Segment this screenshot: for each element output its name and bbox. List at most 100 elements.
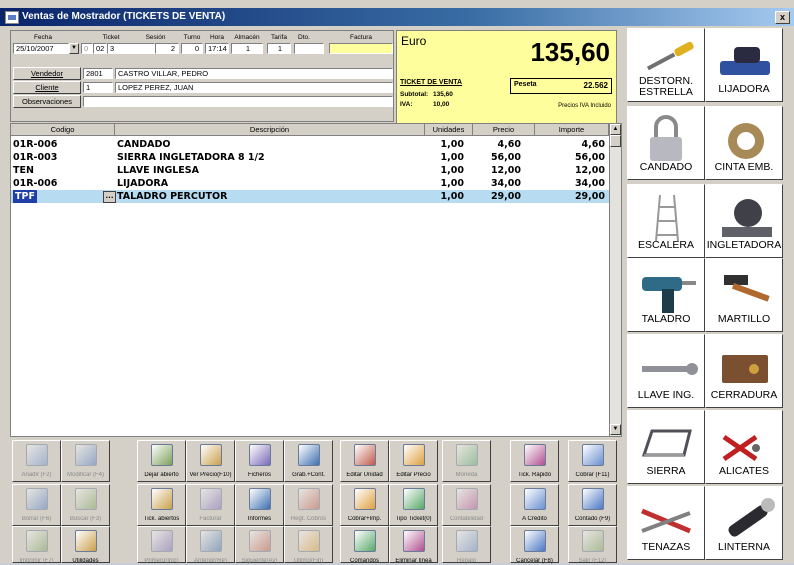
commands-button[interactable]: Comandos (340, 526, 389, 564)
observaciones-field[interactable] (83, 96, 393, 107)
ticket-type-button[interactable]: Tipo Ticket(0) (389, 484, 438, 526)
first-button[interactable]: Primero(Inic) (137, 526, 186, 564)
files-button[interactable]: Ficheros (235, 440, 284, 482)
col-header-precio[interactable]: Precio (473, 124, 535, 136)
tools-button[interactable]: Utilidades (61, 526, 110, 564)
vendedor-code-field[interactable]: 2801 (83, 68, 113, 79)
toolbar-button-label: Salir (F12) (578, 558, 607, 564)
search-button[interactable]: Buscar (F3) (61, 484, 110, 526)
cancel-button[interactable]: Cancelar (F8) (510, 526, 559, 564)
scroll-up-button[interactable]: ▲ (610, 124, 621, 135)
delete-button[interactable]: Borrar (F6) (12, 484, 61, 526)
toolbar-button-label: Editar Precio (396, 472, 431, 478)
product-tile-padlock[interactable]: CANDADO (627, 106, 705, 180)
product-tile-pliers[interactable]: ALICATES (705, 410, 783, 484)
table-row[interactable]: 01R-003 SIERRA INGLETADORA 8 1/2 1,00 56,00… (11, 151, 609, 164)
previous-button[interactable]: Anterior(Re) (186, 526, 235, 564)
toolbar-button-label: Tick. Rápido (517, 472, 552, 478)
currency-button[interactable]: Moneda (442, 440, 491, 482)
product-tile-flashlight[interactable]: LINTERNA (705, 486, 783, 560)
product-tile-label: ALICATES (719, 466, 769, 477)
payments-button[interactable]: Regt. Cobros (284, 484, 333, 526)
dto-field[interactable] (294, 43, 324, 54)
ticket-b-field[interactable]: 3 (107, 43, 155, 54)
document-add-button[interactable]: Añadir (F2) (12, 440, 61, 482)
observaciones-button[interactable]: Observaciones (13, 95, 81, 108)
scroll-down-button[interactable]: ▼ (610, 424, 621, 435)
vendedor-button[interactable]: Vendedor (13, 67, 81, 80)
cash-button[interactable]: Contado (F9) (568, 484, 617, 526)
reports-button[interactable]: Informes (235, 484, 284, 526)
credit-button[interactable]: A Crédito (510, 484, 559, 526)
product-tile-label: CANDADO (639, 162, 693, 173)
tarifa-field[interactable]: 1 (267, 43, 291, 54)
header-panel: Fecha Ticket Sesión Turno Hora Almacén T… (10, 30, 394, 122)
turno-field[interactable]: 0 (181, 43, 203, 54)
factura-field[interactable] (329, 43, 393, 54)
ticket-serie-field[interactable]: 0 (81, 43, 93, 54)
grid-scrollbar[interactable]: ▲ ▼ (609, 124, 621, 436)
product-tile-screwdriver[interactable]: DESTORN. ESTRELLA (627, 28, 705, 102)
save-button[interactable]: Grab.+Cont. (284, 440, 333, 482)
hora-field[interactable]: 17:14 (205, 43, 229, 54)
product-tile-label: INGLETADORA (706, 240, 782, 251)
open-tickets-button[interactable]: Tick. abiertos (137, 484, 186, 526)
ticket-a-field[interactable]: 02 (93, 43, 107, 54)
view-price-button[interactable]: Ver Precio(F10) (186, 440, 235, 482)
save-icon (297, 444, 320, 466)
quick-ticket-button[interactable]: Tick. Rápido (510, 440, 559, 482)
edit-unit-button[interactable]: Editar Unidad (340, 440, 389, 482)
product-tile-label: TENAZAS (641, 542, 691, 553)
print-button[interactable]: Imprimir (F7) (12, 526, 61, 564)
fecha-field[interactable]: 25/10/2007 (13, 43, 69, 54)
toolbar-button-label: Primero(Inic) (144, 558, 179, 564)
product-tile-ladder[interactable]: ESCALERA (627, 184, 705, 258)
product-tile-drill[interactable]: TALADRO (627, 258, 705, 332)
col-header-descripcion[interactable]: Descripción (115, 124, 425, 136)
edit-button[interactable]: Modificar (F4) (61, 440, 110, 482)
invoice-button[interactable]: Facturar (186, 484, 235, 526)
sesion-field[interactable]: 2 (155, 43, 179, 54)
col-header-unidades[interactable]: Unidades (425, 124, 473, 136)
delete-line-button[interactable]: Eliminar línea (389, 526, 438, 564)
almacen-field[interactable]: 1 (231, 43, 263, 54)
last-button[interactable]: Último(Fin) (284, 526, 333, 564)
ticket-lines-grid[interactable]: Codigo Descripción Unidades Precio Impor… (10, 123, 622, 437)
cliente-name-field[interactable]: LOPEZ PEREZ, JUAN (115, 82, 393, 93)
table-row[interactable]: 01R-006 LIJADORA 1,00 34,00 34,00 (11, 177, 609, 190)
col-header-codigo[interactable]: Codigo (11, 124, 115, 136)
product-tile-miter-saw[interactable]: INGLETADORA (705, 184, 783, 258)
close-button[interactable]: x (775, 11, 790, 24)
edit-price-button[interactable]: Editar Precio (389, 440, 438, 482)
cell-unidades: 1,00 (440, 178, 464, 189)
lookup-button[interactable]: ... (103, 191, 116, 203)
product-tile-wrench[interactable]: LLAVE ING. (627, 334, 705, 408)
table-row[interactable]: TEN LLAVE INGLESA 1,00 12,00 12,00 (11, 164, 609, 177)
cliente-button[interactable]: Cliente (13, 81, 81, 94)
product-tile-sander[interactable]: LIJADORA (705, 28, 783, 102)
product-tile-pincers[interactable]: TENAZAS (627, 486, 705, 560)
vendedor-name-field[interactable]: CASTRO VILLAR, PEDRO (115, 68, 393, 79)
toolbar-button-label: Buscar (F3) (69, 516, 102, 522)
cell-precio: 29,00 (490, 191, 521, 202)
gift-button[interactable]: Regalo (442, 526, 491, 564)
exit-button[interactable]: Salir (F12) (568, 526, 617, 564)
product-tile-tape[interactable]: CINTA EMB. (705, 106, 783, 180)
toolbar-button-label: Imprimir (F7) (19, 558, 54, 564)
product-tile-lock[interactable]: CERRADURA (705, 334, 783, 408)
scroll-thumb[interactable] (610, 135, 621, 147)
toolbar-button-label: Modificar (F4) (66, 472, 104, 478)
product-tile-hacksaw[interactable]: SIERRA (627, 410, 705, 484)
next-button[interactable]: Siguiente(Av) (235, 526, 284, 564)
fecha-dropdown-button[interactable]: ▼ (69, 43, 79, 54)
table-row[interactable]: 01R-006 CANDADO 1,00 4,60 4,60 (11, 138, 609, 151)
accounting-button[interactable]: Contabilidad (442, 484, 491, 526)
col-header-importe[interactable]: Importe (535, 124, 609, 136)
cliente-code-field[interactable]: 1 (83, 82, 113, 93)
table-row[interactable]: TPF TALADRO PERCUTOR 1,00 29,00 29,00... (11, 190, 609, 203)
product-tile-hammer[interactable]: MARTILLO (705, 258, 783, 332)
charge-button[interactable]: Cobrar (F11) (568, 440, 617, 482)
files-icon (248, 444, 271, 466)
leave-open-button[interactable]: Dejar abierto (137, 440, 186, 482)
charge-print-button[interactable]: Cobrar+Imp. (340, 484, 389, 526)
